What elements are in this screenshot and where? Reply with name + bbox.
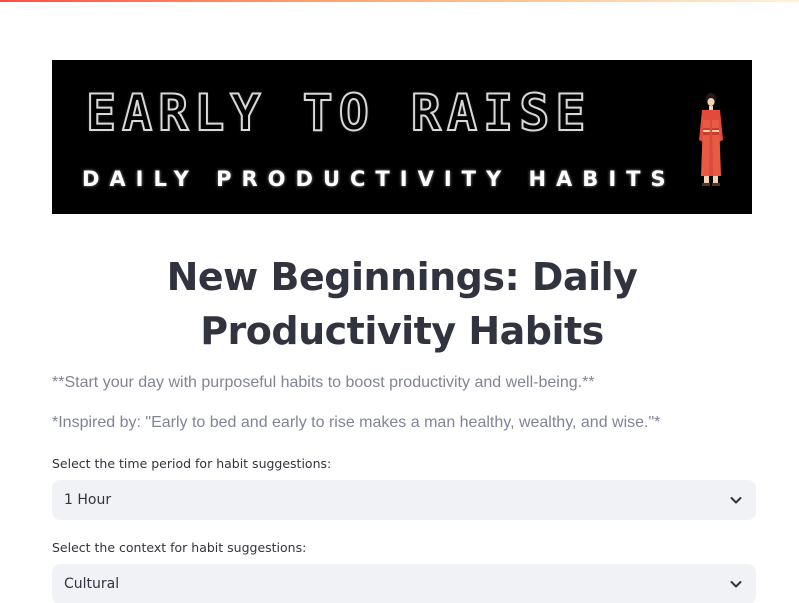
banner-image: EARLY TO RAISE DAILY PRODUCTIVITY HABITS (52, 60, 752, 214)
time-period-selected-value: 1 Hour (64, 492, 112, 508)
time-period-label: Select the time period for habit suggest… (52, 456, 332, 471)
banner-subtitle: DAILY PRODUCTIVITY HABITS (82, 167, 676, 191)
header-decoration-bar (0, 0, 799, 2)
chevron-down-icon[interactable] (728, 492, 744, 508)
banner-title: EARLY TO RAISE (85, 83, 592, 143)
page-title: New Beginnings: Daily Productivity Habit… (166, 255, 638, 353)
chevron-down-icon[interactable] (728, 576, 744, 592)
quote-text: *Inspired by: "Early to bed and early to… (52, 414, 661, 431)
context-selected-value: Cultural (64, 576, 120, 592)
context-label: Select the context for habit suggestions… (52, 540, 307, 555)
context-select[interactable]: Cultural (52, 564, 756, 603)
intro-text: **Start your day with purposeful habits … (52, 374, 595, 391)
kimono-figure-icon (699, 93, 723, 186)
time-period-select[interactable]: 1 Hour (52, 480, 756, 520)
